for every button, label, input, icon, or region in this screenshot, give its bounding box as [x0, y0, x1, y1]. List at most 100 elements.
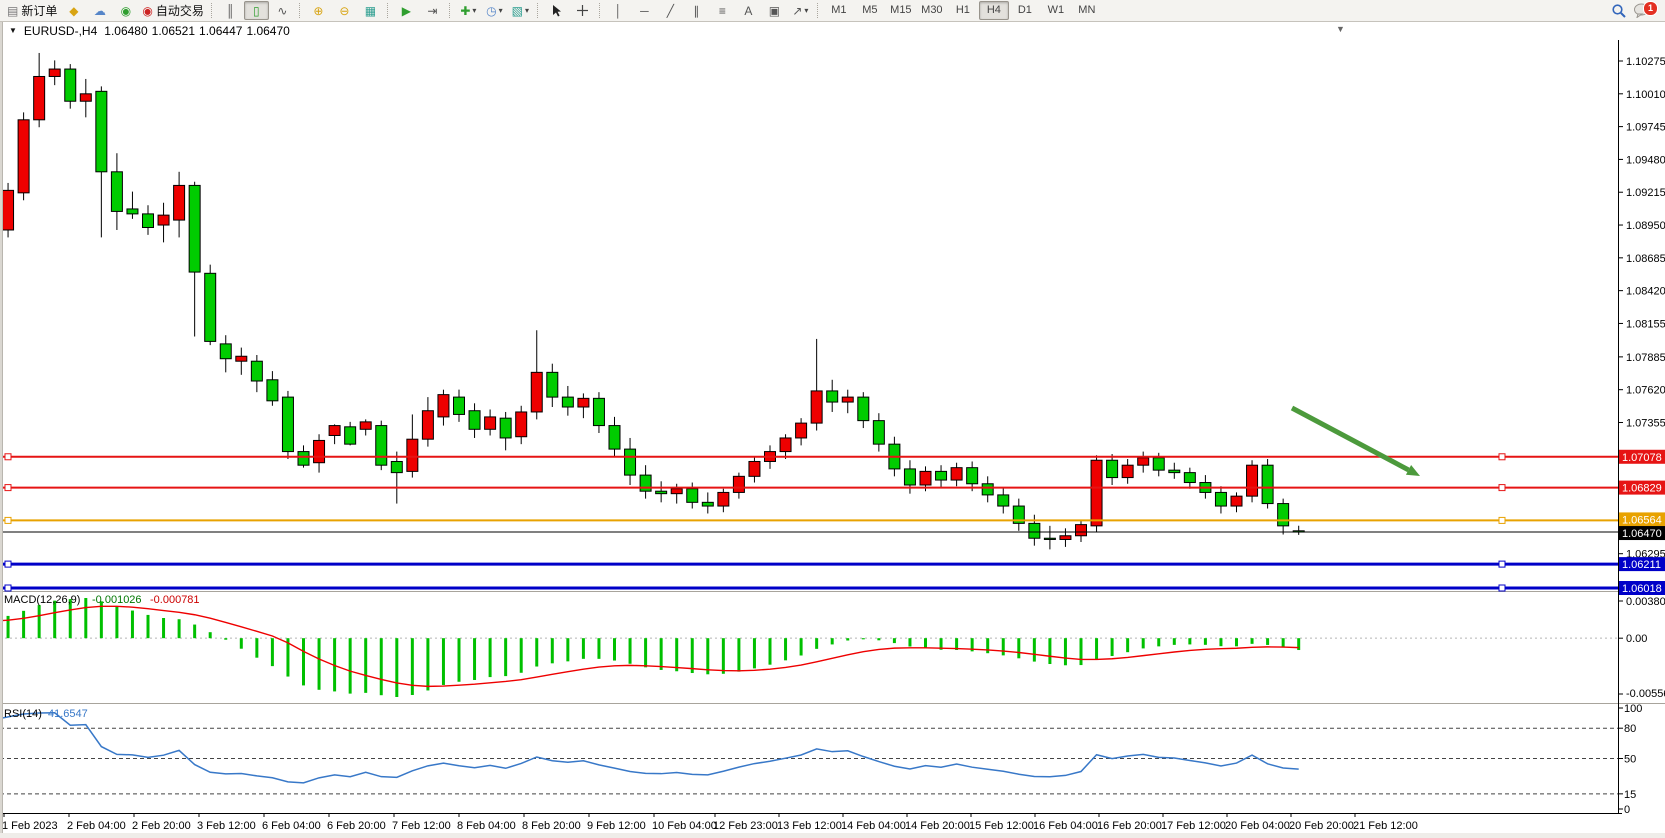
bar-chart-icon: ║ — [226, 5, 235, 17]
autotrade-button[interactable]: ◉ 自动交易 — [139, 1, 207, 20]
price-tick-label: 1.07620 — [1626, 385, 1665, 397]
timeframe-h4[interactable]: H4 — [979, 1, 1009, 20]
candle-body — [96, 91, 107, 171]
tile-windows-button[interactable]: ▦ — [358, 1, 383, 20]
support-line-blue-1-handle[interactable] — [1499, 561, 1505, 567]
trendline-button[interactable]: ╱ — [658, 1, 683, 20]
price-tag-blue-1-label: 1.06211 — [1622, 559, 1661, 571]
channel-button[interactable]: ∥ — [684, 1, 709, 20]
zoom-out-icon: ⊖ — [339, 5, 349, 17]
resistance-line-1-handle[interactable] — [5, 454, 11, 460]
candle-body — [143, 214, 154, 228]
mt4-window: { "toolbar": { "new_order_label": "新订单",… — [0, 0, 1665, 838]
auto-scroll-button[interactable]: ▶ — [394, 1, 419, 20]
collapse-icon[interactable]: ▼ — [9, 26, 17, 35]
timeframe-h1[interactable]: H1 — [948, 1, 978, 20]
candle-body — [516, 412, 527, 437]
price-tick-label: 1.09745 — [1626, 122, 1665, 134]
candle-body — [671, 489, 682, 494]
support-line-gold-handle[interactable] — [5, 517, 11, 523]
timeframe-w1[interactable]: W1 — [1041, 1, 1071, 20]
candle-body — [1169, 470, 1180, 472]
candle-body — [982, 484, 993, 495]
resistance-line-2-handle[interactable] — [5, 485, 11, 491]
timeframe-m5[interactable]: M5 — [855, 1, 885, 20]
text-label-icon: ▣ — [769, 5, 780, 17]
text-label-button[interactable]: ▣ — [762, 1, 787, 20]
candle-body — [904, 469, 915, 485]
fibonacci-icon: ≡ — [719, 5, 726, 17]
indicators-button[interactable]: ✚▾ — [456, 1, 481, 20]
cursor-button[interactable] — [544, 1, 569, 20]
candle-body — [609, 426, 620, 450]
resistance-line-2-handle[interactable] — [1499, 485, 1505, 491]
candle-body — [967, 468, 978, 484]
new-order-icon: ▤ — [7, 5, 18, 17]
quote-low: 1.06447 — [199, 24, 242, 38]
crosshair-button[interactable] — [570, 1, 595, 20]
timeframe-m30[interactable]: M30 — [917, 1, 947, 20]
timeframe-m1[interactable]: M1 — [824, 1, 854, 20]
candle-body — [314, 440, 325, 462]
line-chart-button[interactable]: ∿ — [270, 1, 295, 20]
rsi-label: RSI(14) — [4, 708, 42, 720]
new-order-button[interactable]: ▤ 新订单 — [4, 1, 60, 20]
toolbar-separator — [817, 3, 820, 18]
time-label: 14 Feb 20:00 — [905, 820, 970, 832]
timeframe-d1[interactable]: D1 — [1010, 1, 1040, 20]
candle-body — [842, 397, 853, 402]
profiles-button[interactable]: ☁ — [87, 1, 112, 20]
main-toolbar: ▤ 新订单 ◆ ☁ ◉ ◉ 自动交易 ║ ▯ ∿ ⊕ ⊖ ▦ ▶ ⇥ ✚▾ ◷▾… — [0, 0, 1665, 22]
search-icon[interactable] — [1611, 3, 1627, 19]
fibonacci-button[interactable]: ≡ — [710, 1, 735, 20]
zoom-out-button[interactable]: ⊖ — [332, 1, 357, 20]
candle-body — [780, 438, 791, 452]
navigator-button[interactable]: ◉ — [113, 1, 138, 20]
candle-body — [127, 209, 138, 214]
price-tick-label: 1.08685 — [1626, 253, 1665, 265]
candle-body — [1060, 536, 1071, 540]
macd-value-signal: -0.000781 — [150, 594, 200, 606]
price-tag-resistance-2-label: 1.06829 — [1622, 483, 1662, 495]
chart-shift-button[interactable]: ⇥ — [420, 1, 445, 20]
horizontal-line-button[interactable]: ─ — [632, 1, 657, 20]
time-label: 15 Feb 12:00 — [969, 820, 1034, 832]
candle-body — [158, 215, 169, 225]
rsi-level-label: 0 — [1624, 804, 1630, 816]
candle-body — [189, 185, 200, 272]
cursor-icon — [551, 4, 562, 17]
toolbar-separator — [211, 3, 214, 18]
candle-body — [687, 489, 698, 503]
trend-arrow[interactable] — [1292, 408, 1409, 470]
candle-body — [1215, 492, 1226, 506]
periods-button[interactable]: ◷▾ — [482, 1, 507, 20]
rsi-value: 41.6547 — [48, 708, 88, 720]
toolbar-separator — [599, 3, 602, 18]
arrows-button[interactable]: ↗▾ — [788, 1, 813, 20]
chart-shift-marker[interactable]: ▼ — [1336, 24, 1345, 34]
candle-body — [1153, 458, 1164, 470]
price-tick-label: 1.08950 — [1626, 220, 1665, 232]
bar-chart-button[interactable]: ║ — [218, 1, 243, 20]
timeframe-mn[interactable]: MN — [1072, 1, 1102, 20]
crosshair-icon — [576, 4, 589, 17]
zoom-in-button[interactable]: ⊕ — [306, 1, 331, 20]
chart-canvas[interactable]: 1.102751.100101.097451.094801.092151.089… — [0, 0, 1665, 838]
resistance-line-1-handle[interactable] — [1499, 454, 1505, 460]
market-watch-button[interactable]: ◆ — [61, 1, 86, 20]
support-line-blue-2-handle[interactable] — [1499, 585, 1505, 591]
text-button[interactable]: A — [736, 1, 761, 20]
candlestick-chart-button[interactable]: ▯ — [244, 1, 269, 20]
candle-body — [733, 476, 744, 492]
candle-body — [34, 76, 45, 119]
support-line-gold-handle[interactable] — [1499, 517, 1505, 523]
support-line-blue-1-handle[interactable] — [5, 561, 11, 567]
tile-windows-icon: ▦ — [365, 5, 376, 17]
notifications-button[interactable]: 1 — [1633, 2, 1655, 20]
timeframe-m15[interactable]: M15 — [886, 1, 916, 20]
candle-body — [329, 426, 340, 436]
candle-body — [749, 461, 760, 476]
support-line-blue-2-handle[interactable] — [5, 585, 11, 591]
vertical-line-button[interactable]: │ — [606, 1, 631, 20]
templates-button[interactable]: ▧▾ — [508, 1, 533, 20]
